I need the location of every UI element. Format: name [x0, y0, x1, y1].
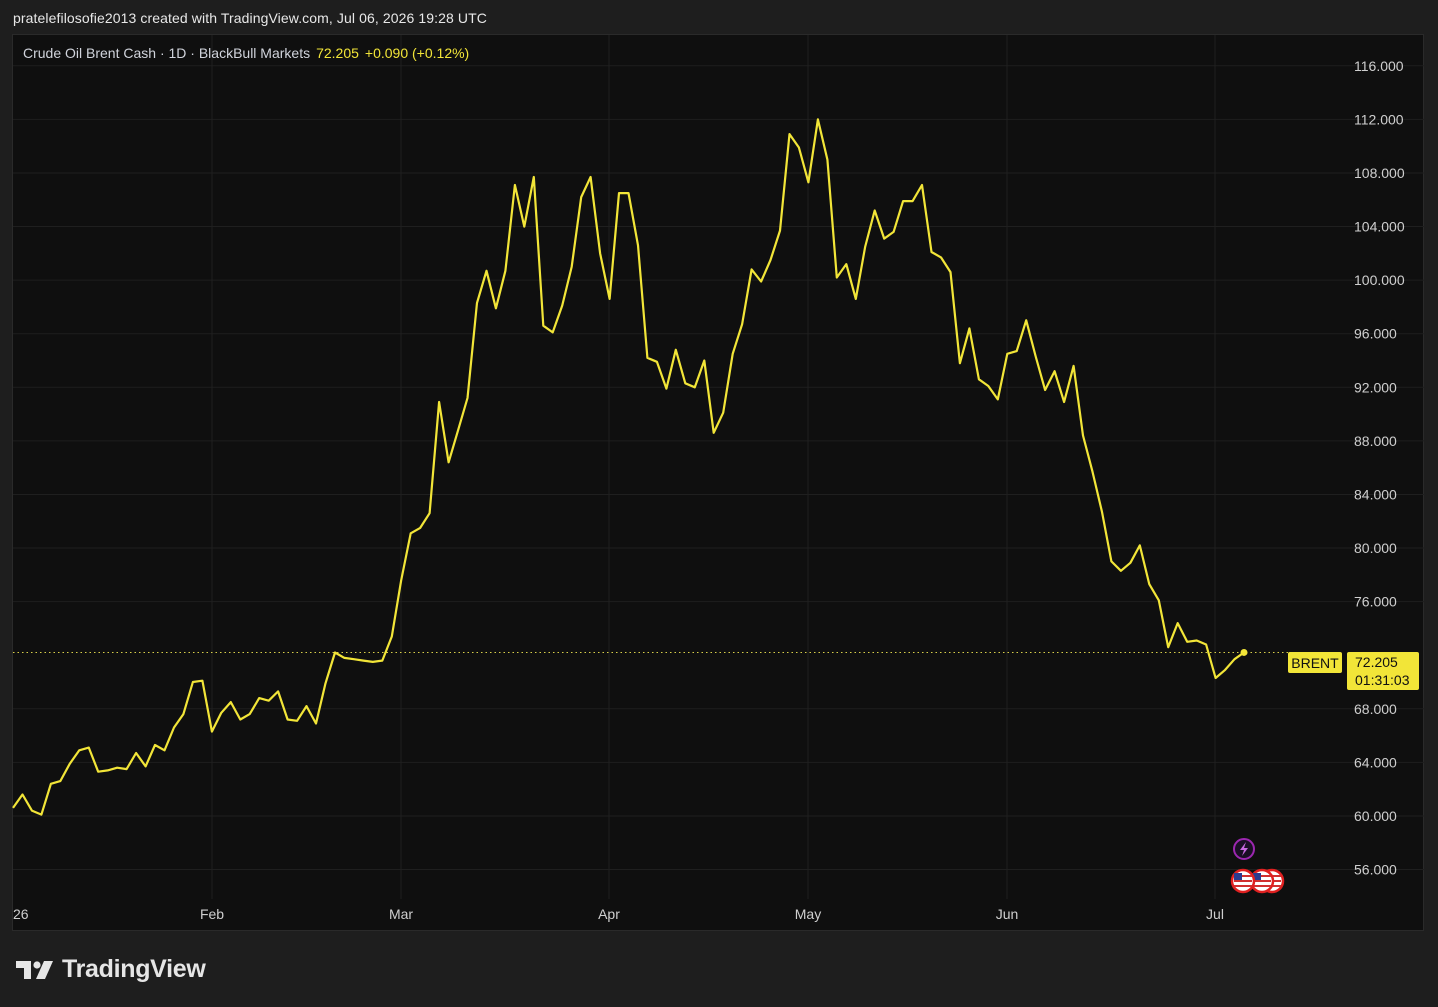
current-price-value: 72.205	[1355, 654, 1398, 670]
grid-lines	[13, 35, 1425, 899]
x-axis: 26 Feb Mar Apr May Jun Jul	[13, 906, 1224, 922]
series-line-brent	[12, 118, 1245, 816]
symbol-legend[interactable]: Crude Oil Brent Cash · 1D · BlackBull Ma…	[23, 45, 469, 61]
y-tick-label: 112.000	[1354, 111, 1404, 127]
y-tick-label: 60.000	[1354, 808, 1397, 824]
y-tick-label: 100.000	[1354, 272, 1405, 288]
legend-symbol: Crude Oil Brent Cash · 1D · BlackBull Ma…	[23, 45, 311, 61]
y-tick-label: 68.000	[1354, 701, 1397, 717]
lightning-icon[interactable]	[1233, 838, 1255, 860]
bar-countdown: 01:31:03	[1355, 672, 1410, 688]
y-tick-label: 108.000	[1354, 165, 1405, 181]
y-axis: 56.000 60.000 64.000 68.000 76.000 80.000 84.0…	[1354, 58, 1405, 878]
x-tick-label: 26	[13, 906, 29, 922]
event-markers[interactable]	[1230, 838, 1285, 894]
y-tick-label: 96.000	[1354, 326, 1397, 342]
y-tick-label: 76.000	[1354, 594, 1397, 610]
price-chart[interactable]: 56.000 60.000 64.000 68.000 76.000 80.000 84.0…	[0, 0, 1438, 1007]
x-tick-label: Jul	[1206, 906, 1224, 922]
last-price-dot	[1240, 648, 1248, 656]
y-tick-label: 116.000	[1354, 58, 1404, 74]
legend-price: 72.205	[316, 45, 359, 61]
y-tick-label: 64.000	[1354, 754, 1397, 770]
x-tick-label: Apr	[598, 906, 620, 922]
price-label[interactable]: BRENT 72.205 01:31:03	[1288, 652, 1419, 690]
y-tick-label: 56.000	[1354, 862, 1397, 878]
y-tick-label: 88.000	[1354, 433, 1397, 449]
x-tick-label: Mar	[389, 906, 413, 922]
y-tick-label: 104.000	[1354, 219, 1405, 235]
y-tick-label: 84.000	[1354, 486, 1397, 502]
tradingview-logo-icon	[16, 960, 53, 979]
y-tick-label: 92.000	[1354, 379, 1397, 395]
symbol-badge-label: BRENT	[1291, 655, 1339, 671]
legend-change: +0.090 (+0.12%)	[364, 45, 470, 61]
tradingview-logo[interactable]: TradingView	[16, 955, 206, 984]
us-flag-icon[interactable]	[1230, 868, 1256, 894]
x-tick-label: Jun	[996, 906, 1019, 922]
y-tick-label: 80.000	[1354, 540, 1397, 556]
x-tick-label: May	[795, 906, 821, 922]
x-tick-label: Feb	[200, 906, 224, 922]
tradingview-logo-text: TradingView	[62, 955, 206, 983]
